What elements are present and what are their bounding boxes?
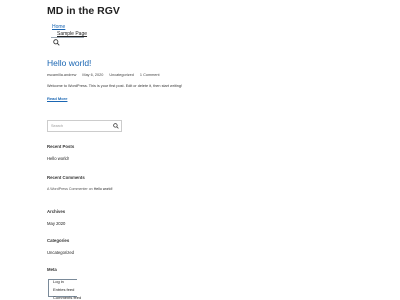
meta-item-entries-feed[interactable]: Entries feed — [53, 287, 74, 292]
post-excerpt: Welcome to WordPress. This is your first… — [47, 84, 183, 88]
meta-item-login[interactable]: Log in — [53, 279, 64, 284]
categories-heading: Categories — [47, 238, 70, 243]
meta-heading: Meta — [47, 267, 57, 272]
archive-link[interactable]: May 2020 — [47, 221, 65, 226]
read-more-link[interactable]: Read More — [47, 96, 67, 101]
site-title[interactable]: MD in the RGV — [47, 5, 120, 17]
nav-item-home[interactable]: Home — [52, 24, 65, 30]
search-icon[interactable] — [53, 39, 60, 46]
meta-item-comments-feed[interactable]: Comments feed — [53, 295, 81, 300]
post-comments-link[interactable]: 1 Comment — [140, 73, 160, 77]
post-category[interactable]: Uncategorized — [109, 73, 133, 77]
recent-comment-item: A WordPress Commenter on Hello world! — [47, 186, 127, 193]
recent-comments-heading: Recent Comments — [47, 175, 85, 180]
archives-heading: Archives — [47, 209, 66, 214]
post-title[interactable]: Hello world! — [47, 58, 91, 68]
recent-posts-heading: Recent Posts — [47, 144, 75, 149]
sidebar-search-input[interactable]: Search — [47, 120, 122, 132]
post-date[interactable]: May 6, 2020 — [82, 73, 103, 77]
post-meta: escamilla.andrew May 6, 2020 Uncategoriz… — [47, 73, 165, 77]
category-link[interactable]: Uncategorized — [47, 250, 74, 255]
recent-post-link[interactable]: Hello world! — [47, 156, 69, 161]
search-placeholder: Search — [51, 124, 64, 128]
comment-author-link[interactable]: A WordPress Commenter — [47, 187, 88, 191]
post-author[interactable]: escamilla.andrew — [47, 73, 76, 77]
comment-on-text: on — [88, 187, 93, 191]
search-icon[interactable] — [113, 123, 119, 129]
comment-post-link[interactable]: Hello world! — [94, 187, 113, 191]
nav-item-sample-page[interactable]: Sample Page — [57, 31, 87, 37]
